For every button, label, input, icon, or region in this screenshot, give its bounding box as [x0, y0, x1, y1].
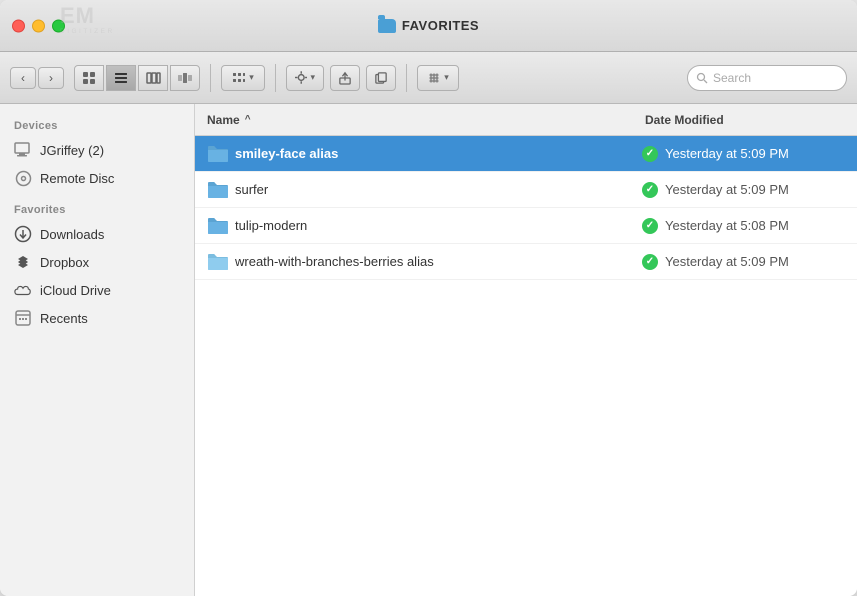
monitor-icon [14, 141, 32, 159]
favorites-header: Favorites [0, 198, 194, 220]
watermark: EM DIGITIZER [60, 4, 115, 35]
file-date-3: Yesterday at 5:09 PM [665, 254, 845, 269]
view-options-button[interactable]: ▾ [221, 65, 265, 91]
file-status-2: ✓ [635, 218, 665, 234]
sidebar-downloads-label: Downloads [40, 227, 104, 242]
file-status-1: ✓ [635, 182, 665, 198]
disc-icon [14, 169, 32, 187]
nav-buttons: ‹ › [10, 67, 64, 89]
sidebar-item-icloud[interactable]: iCloud Drive [0, 276, 194, 304]
folder-icon-1 [207, 181, 229, 199]
file-status-0: ✓ [635, 146, 665, 162]
grid-icon [82, 71, 96, 85]
view-columns-button[interactable] [138, 65, 168, 91]
action-button[interactable]: ▾ [286, 65, 324, 91]
title-text: FAVORITES [402, 18, 479, 33]
view-buttons [74, 65, 200, 91]
tag-button[interactable]: ▾ [417, 65, 459, 91]
view-icon-button[interactable] [74, 65, 104, 91]
sort-arrow: ^ [245, 114, 251, 125]
sidebar: Devices JGriffey (2) [0, 104, 195, 596]
view-cover-button[interactable] [170, 65, 200, 91]
name-column-header[interactable]: Name ^ [207, 113, 645, 127]
sidebar-jgriffey-label: JGriffey (2) [40, 143, 104, 158]
file-name-3: wreath-with-branches-berries alias [235, 254, 635, 269]
check-icon-0: ✓ [642, 146, 658, 162]
columns-icon [146, 72, 161, 84]
file-area: Name ^ Date Modified smiley-face alias [195, 104, 857, 596]
toolbar-separator-3 [406, 64, 407, 92]
sidebar-dropbox-label: Dropbox [40, 255, 89, 270]
folder-icon-0 [207, 145, 229, 163]
close-button[interactable] [12, 19, 25, 32]
coverflow-icon [177, 72, 193, 84]
search-placeholder: Search [713, 71, 751, 85]
toolbar-separator-1 [210, 64, 211, 92]
finder-window: EM DIGITIZER FAVORITES ‹ › [0, 0, 857, 596]
search-box[interactable]: Search [687, 65, 847, 91]
forward-button[interactable]: › [38, 67, 64, 89]
copy-icon [375, 71, 387, 85]
action-dropdown-arrow: ▾ [310, 72, 315, 83]
folder-icon-2 [207, 217, 229, 235]
list-icon [114, 72, 128, 84]
sidebar-item-dropbox[interactable]: Dropbox [0, 248, 194, 276]
toolbar: ‹ › [0, 52, 857, 104]
date-column-header[interactable]: Date Modified [645, 113, 845, 127]
check-icon-3: ✓ [642, 254, 658, 270]
downloads-icon [14, 225, 32, 243]
sidebar-remote-disc-label: Remote Disc [40, 171, 114, 186]
table-row[interactable]: surfer ✓ Yesterday at 5:09 PM [195, 172, 857, 208]
sidebar-item-remote-disc[interactable]: Remote Disc [0, 164, 194, 192]
table-row[interactable]: tulip-modern ✓ Yesterday at 5:08 PM [195, 208, 857, 244]
view-list-button[interactable] [106, 65, 136, 91]
folder-icon [378, 19, 396, 33]
back-button[interactable]: ‹ [10, 67, 36, 89]
file-date-2: Yesterday at 5:08 PM [665, 218, 845, 233]
recents-icon [14, 309, 32, 327]
sidebar-item-recents[interactable]: Recents [0, 304, 194, 332]
window-title: FAVORITES [378, 18, 479, 33]
sidebar-recents-label: Recents [40, 311, 88, 326]
main-content: Devices JGriffey (2) [0, 104, 857, 596]
file-status-3: ✓ [635, 254, 665, 270]
tag-dropdown-arrow: ▾ [444, 72, 449, 83]
file-name-0: smiley-face alias [235, 146, 635, 161]
tag-icon [427, 71, 441, 85]
sidebar-item-jgriffey[interactable]: JGriffey (2) [0, 136, 194, 164]
dropbox-icon [14, 253, 32, 271]
gear-icon [295, 71, 307, 84]
devices-header: Devices [0, 114, 194, 136]
file-name-1: surfer [235, 182, 635, 197]
file-date-1: Yesterday at 5:09 PM [665, 182, 845, 197]
sidebar-icloud-label: iCloud Drive [40, 283, 111, 298]
file-name-2: tulip-modern [235, 218, 635, 233]
search-icon [696, 72, 708, 84]
sidebar-item-downloads[interactable]: Downloads [0, 220, 194, 248]
minimize-button[interactable] [32, 19, 45, 32]
name-header-label: Name [207, 113, 240, 127]
toolbar-separator-2 [275, 64, 276, 92]
copy-button[interactable] [366, 65, 396, 91]
table-row[interactable]: smiley-face alias ✓ Yesterday at 5:09 PM [195, 136, 857, 172]
traffic-lights [12, 19, 65, 32]
folder-icon-3 [207, 253, 229, 271]
check-icon-1: ✓ [642, 182, 658, 198]
share-button[interactable] [330, 65, 360, 91]
titlebar: EM DIGITIZER FAVORITES [0, 0, 857, 52]
file-list: smiley-face alias ✓ Yesterday at 5:09 PM [195, 136, 857, 596]
table-row[interactable]: wreath-with-branches-berries alias ✓ Yes… [195, 244, 857, 280]
share-icon [339, 70, 351, 86]
dropdown-arrow: ▾ [249, 72, 254, 83]
grid-dots-icon [232, 72, 246, 84]
file-date-0: Yesterday at 5:09 PM [665, 146, 845, 161]
icloud-icon [14, 281, 32, 299]
check-icon-2: ✓ [642, 218, 658, 234]
column-headers: Name ^ Date Modified [195, 104, 857, 136]
